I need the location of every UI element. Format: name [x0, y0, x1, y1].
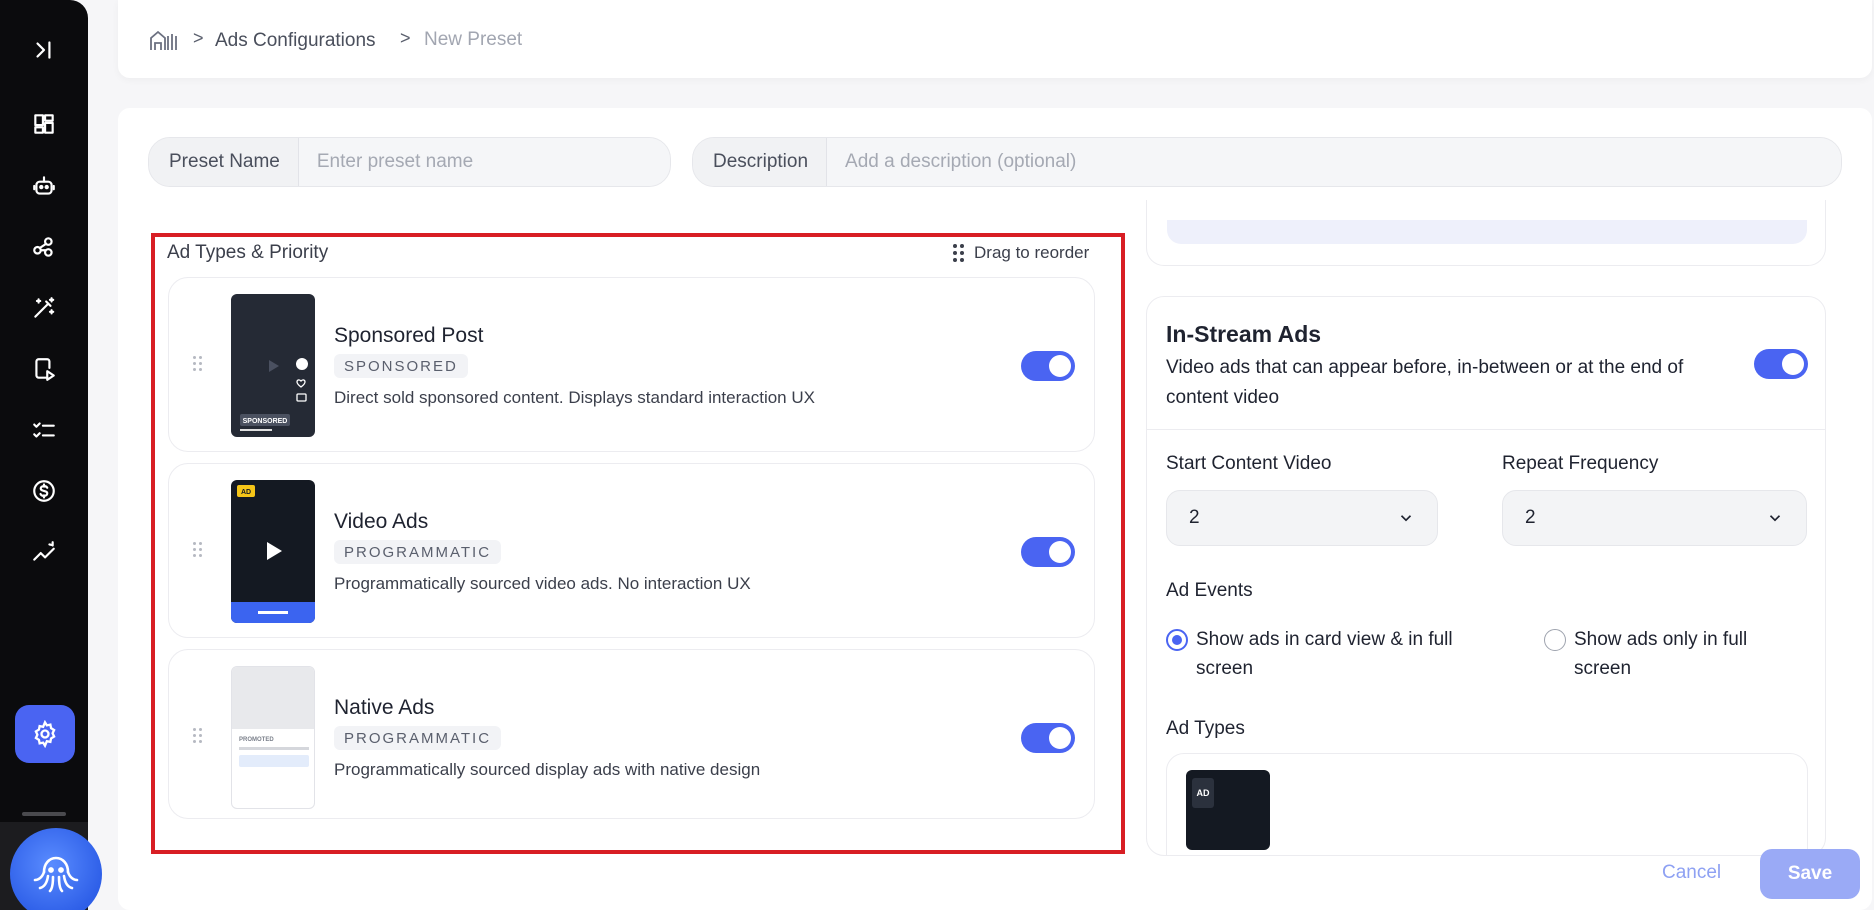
native-thumb-label: PROMOTED: [239, 737, 274, 743]
checklist-icon[interactable]: [28, 414, 60, 446]
ad-type-name: Video Ads: [334, 510, 429, 533]
home-icon[interactable]: [148, 28, 178, 52]
start-content-video-select[interactable]: 2: [1166, 490, 1438, 546]
ad-types-title: Ad Types & Priority: [167, 242, 329, 263]
breadcrumb-separator: >: [400, 28, 411, 48]
ad-type-badge: PROGRAMMATIC: [334, 726, 502, 750]
radio-unselected-icon[interactable]: [1544, 629, 1566, 651]
sponsored-post-toggle[interactable]: [1021, 351, 1075, 381]
save-button[interactable]: Save: [1760, 849, 1860, 899]
ad-type-row-sponsored-post[interactable]: SPONSORED Sponsored Post SPONSORED Direc…: [168, 277, 1095, 452]
ad-events-label: Ad Events: [1166, 580, 1253, 601]
ad-type-name: Sponsored Post: [334, 324, 484, 347]
in-stream-title: In-Stream Ads: [1166, 321, 1322, 347]
drag-handle-icon: [953, 244, 964, 262]
preset-name-label: Preset Name: [149, 138, 299, 186]
sidebar-divider: [22, 812, 66, 816]
divider: [1147, 429, 1825, 430]
video-preview-icon: AD: [231, 485, 315, 623]
repeat-frequency-label: Repeat Frequency: [1502, 453, 1659, 474]
in-stream-toggle[interactable]: [1754, 349, 1808, 379]
native-ads-thumbnail: PROMOTED: [231, 666, 315, 809]
start-content-video-label: Start Content Video: [1166, 453, 1332, 474]
ad-type-description: Programmatically sourced video ads. No i…: [334, 574, 751, 593]
breadcrumb-new-preset: New Preset: [424, 29, 523, 50]
drag-hint: Drag to reorder: [953, 243, 1089, 263]
description-field: Description: [692, 137, 1842, 187]
robot-icon[interactable]: [28, 170, 60, 202]
expand-sidebar-icon[interactable]: [28, 34, 60, 66]
repeat-frequency-select[interactable]: 2: [1502, 490, 1807, 546]
radio-selected-icon[interactable]: [1166, 629, 1188, 651]
in-stream-thumb-label: AD: [1192, 778, 1214, 808]
ad-event-option-fullscreen-only[interactable]: Show ads only in full screen: [1544, 625, 1794, 683]
ad-type-name: Native Ads: [334, 696, 435, 719]
in-stream-ad-type-card[interactable]: AD: [1166, 753, 1808, 855]
drag-handle-icon[interactable]: [193, 728, 202, 743]
description-input[interactable]: [827, 138, 1841, 186]
native-ads-toggle[interactable]: [1021, 723, 1075, 753]
ad-type-description: Direct sold sponsored content. Displays …: [334, 388, 815, 407]
in-stream-ads-card: In-Stream Ads Video ads that can appear …: [1146, 296, 1826, 856]
sponsored-thumb-label: SPONSORED: [243, 418, 288, 425]
previous-card-bottom: [1146, 200, 1826, 266]
chevron-down-icon: [1400, 515, 1412, 522]
magic-wand-icon[interactable]: [28, 292, 60, 324]
in-stream-description: Video ads that can appear before, in-bet…: [1166, 357, 1684, 408]
breadcrumb-separator: >: [193, 28, 204, 48]
ad-event-option-card-and-fullscreen[interactable]: Show ads in card view & in full screen: [1166, 625, 1496, 683]
description-label: Description: [693, 138, 828, 186]
ad-type-row-native-ads[interactable]: PROMOTED Native Ads PROGRAMMATIC Program…: [168, 649, 1095, 819]
mobile-play-icon[interactable]: [28, 353, 60, 385]
preset-name-field: Preset Name: [148, 137, 671, 187]
breadcrumb: > Ads Configurations > New Preset: [118, 0, 1872, 78]
ad-types-label: Ad Types: [1166, 718, 1245, 739]
octopus-logo-icon[interactable]: [10, 828, 102, 910]
sponsored-preview-icon: SPONSORED: [240, 358, 308, 431]
native-preview-icon: PROMOTED: [232, 667, 314, 767]
cancel-button[interactable]: Cancel: [1662, 862, 1721, 884]
breadcrumb-ads-configurations[interactable]: Ads Configurations: [215, 30, 376, 52]
start-content-video-value: 2: [1189, 507, 1200, 528]
video-thumb-label: AD: [241, 489, 251, 496]
in-stream-ad-thumbnail: AD: [1186, 770, 1270, 850]
video-ads-toggle[interactable]: [1021, 537, 1075, 567]
gear-icon[interactable]: [15, 705, 75, 763]
ad-type-badge: SPONSORED: [334, 354, 468, 378]
ad-event-option-label: Show ads only in full screen: [1574, 629, 1748, 679]
dashboard-icon[interactable]: [28, 108, 60, 140]
ad-type-badge: PROGRAMMATIC: [334, 540, 502, 564]
analytics-icon[interactable]: [28, 536, 60, 568]
nodes-icon[interactable]: [28, 231, 60, 263]
drag-handle-icon[interactable]: [193, 356, 202, 371]
ad-type-description: Programmatically sourced display ads wit…: [334, 760, 761, 779]
preset-name-input[interactable]: [298, 138, 670, 186]
ad-type-row-video-ads[interactable]: AD Video Ads PROGRAMMATIC Programmatical…: [168, 463, 1095, 638]
chevron-down-icon: [1769, 515, 1781, 522]
sidebar: [0, 0, 88, 910]
repeat-frequency-value: 2: [1525, 507, 1536, 528]
dollar-icon[interactable]: [28, 475, 60, 507]
drag-handle-icon[interactable]: [193, 542, 202, 557]
video-ads-thumbnail: AD: [231, 480, 315, 623]
sponsored-post-thumbnail: SPONSORED: [231, 294, 315, 437]
drag-hint-label: Drag to reorder: [974, 243, 1090, 262]
ad-event-option-label: Show ads in card view & in full screen: [1196, 629, 1453, 679]
